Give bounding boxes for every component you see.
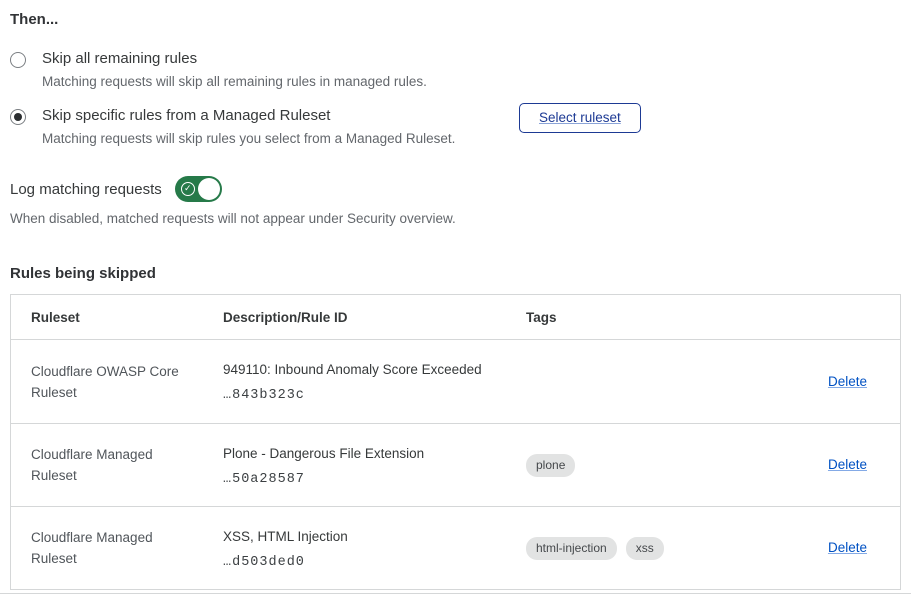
radio-option-label[interactable]: Skip specific rules from a Managed Rules… <box>42 106 455 126</box>
column-header-tags: Tags <box>526 310 757 325</box>
row-ruleset: Cloudflare OWASP Core Ruleset <box>31 361 223 403</box>
radio-option-skip-specific[interactable]: Skip specific rules from a Managed Rules… <box>10 106 901 149</box>
column-header-description: Description/Rule ID <box>223 310 526 325</box>
row-ruleset: Cloudflare Managed Ruleset <box>31 527 223 569</box>
waf-rule-then-section: Then... Skip all remaining rules Matchin… <box>0 0 911 590</box>
tag-pill: html-injection <box>526 537 617 560</box>
tag-pill: plone <box>526 454 575 477</box>
check-icon: ✓ <box>181 182 195 196</box>
toggle-knob <box>198 178 220 200</box>
then-heading: Then... <box>10 11 901 28</box>
radio-option-description: Matching requests will skip all remainin… <box>42 72 427 92</box>
row-description: 949110: Inbound Anomaly Score Exceeded <box>223 360 526 379</box>
radio-1[interactable] <box>10 109 26 125</box>
row-tags: html-injection xss <box>526 537 757 560</box>
column-header-ruleset: Ruleset <box>31 310 223 325</box>
row-rule-id: …50a28587 <box>223 472 526 487</box>
row-description: Plone - Dangerous File Extension <box>223 444 526 463</box>
table-row: Cloudflare OWASP Core Ruleset 949110: In… <box>11 340 900 423</box>
row-tags: plone <box>526 454 757 477</box>
table-header-row: Ruleset Description/Rule ID Tags <box>11 295 900 340</box>
row-rule-id: …d503ded0 <box>223 555 526 570</box>
delete-link[interactable]: Delete <box>828 457 867 472</box>
radio-0[interactable] <box>10 52 26 68</box>
row-rule-id: …843b323c <box>223 388 526 403</box>
bottom-divider <box>0 593 911 594</box>
log-toggle-label: Log matching requests <box>10 181 162 198</box>
radio-option-skip-all[interactable]: Skip all remaining rules Matching reques… <box>10 49 901 92</box>
select-ruleset-button[interactable]: Select ruleset <box>519 103 641 133</box>
radio-option-label[interactable]: Skip all remaining rules <box>42 49 427 69</box>
delete-link[interactable]: Delete <box>828 540 867 555</box>
log-matching-requests-row: Log matching requests ✓ <box>10 176 901 202</box>
rules-table-body: Cloudflare OWASP Core Ruleset 949110: In… <box>11 340 900 589</box>
log-toggle-description: When disabled, matched requests will not… <box>10 209 901 229</box>
table-row: Cloudflare Managed Ruleset Plone - Dange… <box>11 423 900 506</box>
rules-table-heading: Rules being skipped <box>10 265 901 282</box>
rules-being-skipped-table: Ruleset Description/Rule ID Tags Cloudfl… <box>10 294 901 590</box>
radio-option-description: Matching requests will skip rules you se… <box>42 129 455 149</box>
delete-link[interactable]: Delete <box>828 374 867 389</box>
table-row: Cloudflare Managed Ruleset XSS, HTML Inj… <box>11 506 900 589</box>
row-description: XSS, HTML Injection <box>223 527 526 546</box>
log-toggle-switch[interactable]: ✓ <box>175 176 222 202</box>
row-ruleset: Cloudflare Managed Ruleset <box>31 444 223 486</box>
tag-pill: xss <box>626 537 664 560</box>
